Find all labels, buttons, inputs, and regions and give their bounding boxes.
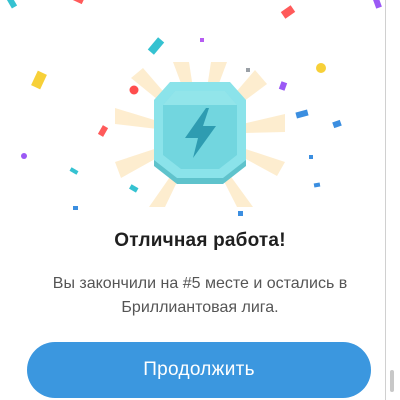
league-result-screen: Отличная работа! Вы закончили на #5 мест… [0, 0, 400, 400]
confetti-piece [97, 125, 109, 137]
confetti-piece [372, 0, 382, 9]
confetti-piece [316, 63, 326, 73]
confetti-piece [309, 155, 313, 159]
side-panel-edge [385, 0, 400, 400]
confetti-piece [73, 206, 78, 210]
league-badge [115, 62, 285, 207]
confetti-piece [21, 153, 27, 159]
result-headline: Отличная работа! [114, 230, 286, 251]
confetti-piece [280, 5, 296, 19]
confetti-piece [238, 211, 243, 216]
confetti-piece [69, 167, 79, 175]
confetti-piece [332, 119, 342, 129]
continue-button[interactable]: Продолжить [27, 342, 371, 398]
result-message: Вы закончили на #5 месте и остались в Бр… [52, 275, 348, 316]
scroll-handle[interactable] [390, 370, 394, 392]
confetti-piece [295, 109, 309, 119]
confetti-piece [147, 37, 165, 55]
confetti-piece [313, 182, 321, 188]
confetti-piece [31, 70, 47, 90]
confetti-piece [70, 0, 86, 5]
confetti-piece [200, 38, 204, 42]
confetti-piece [4, 0, 18, 9]
